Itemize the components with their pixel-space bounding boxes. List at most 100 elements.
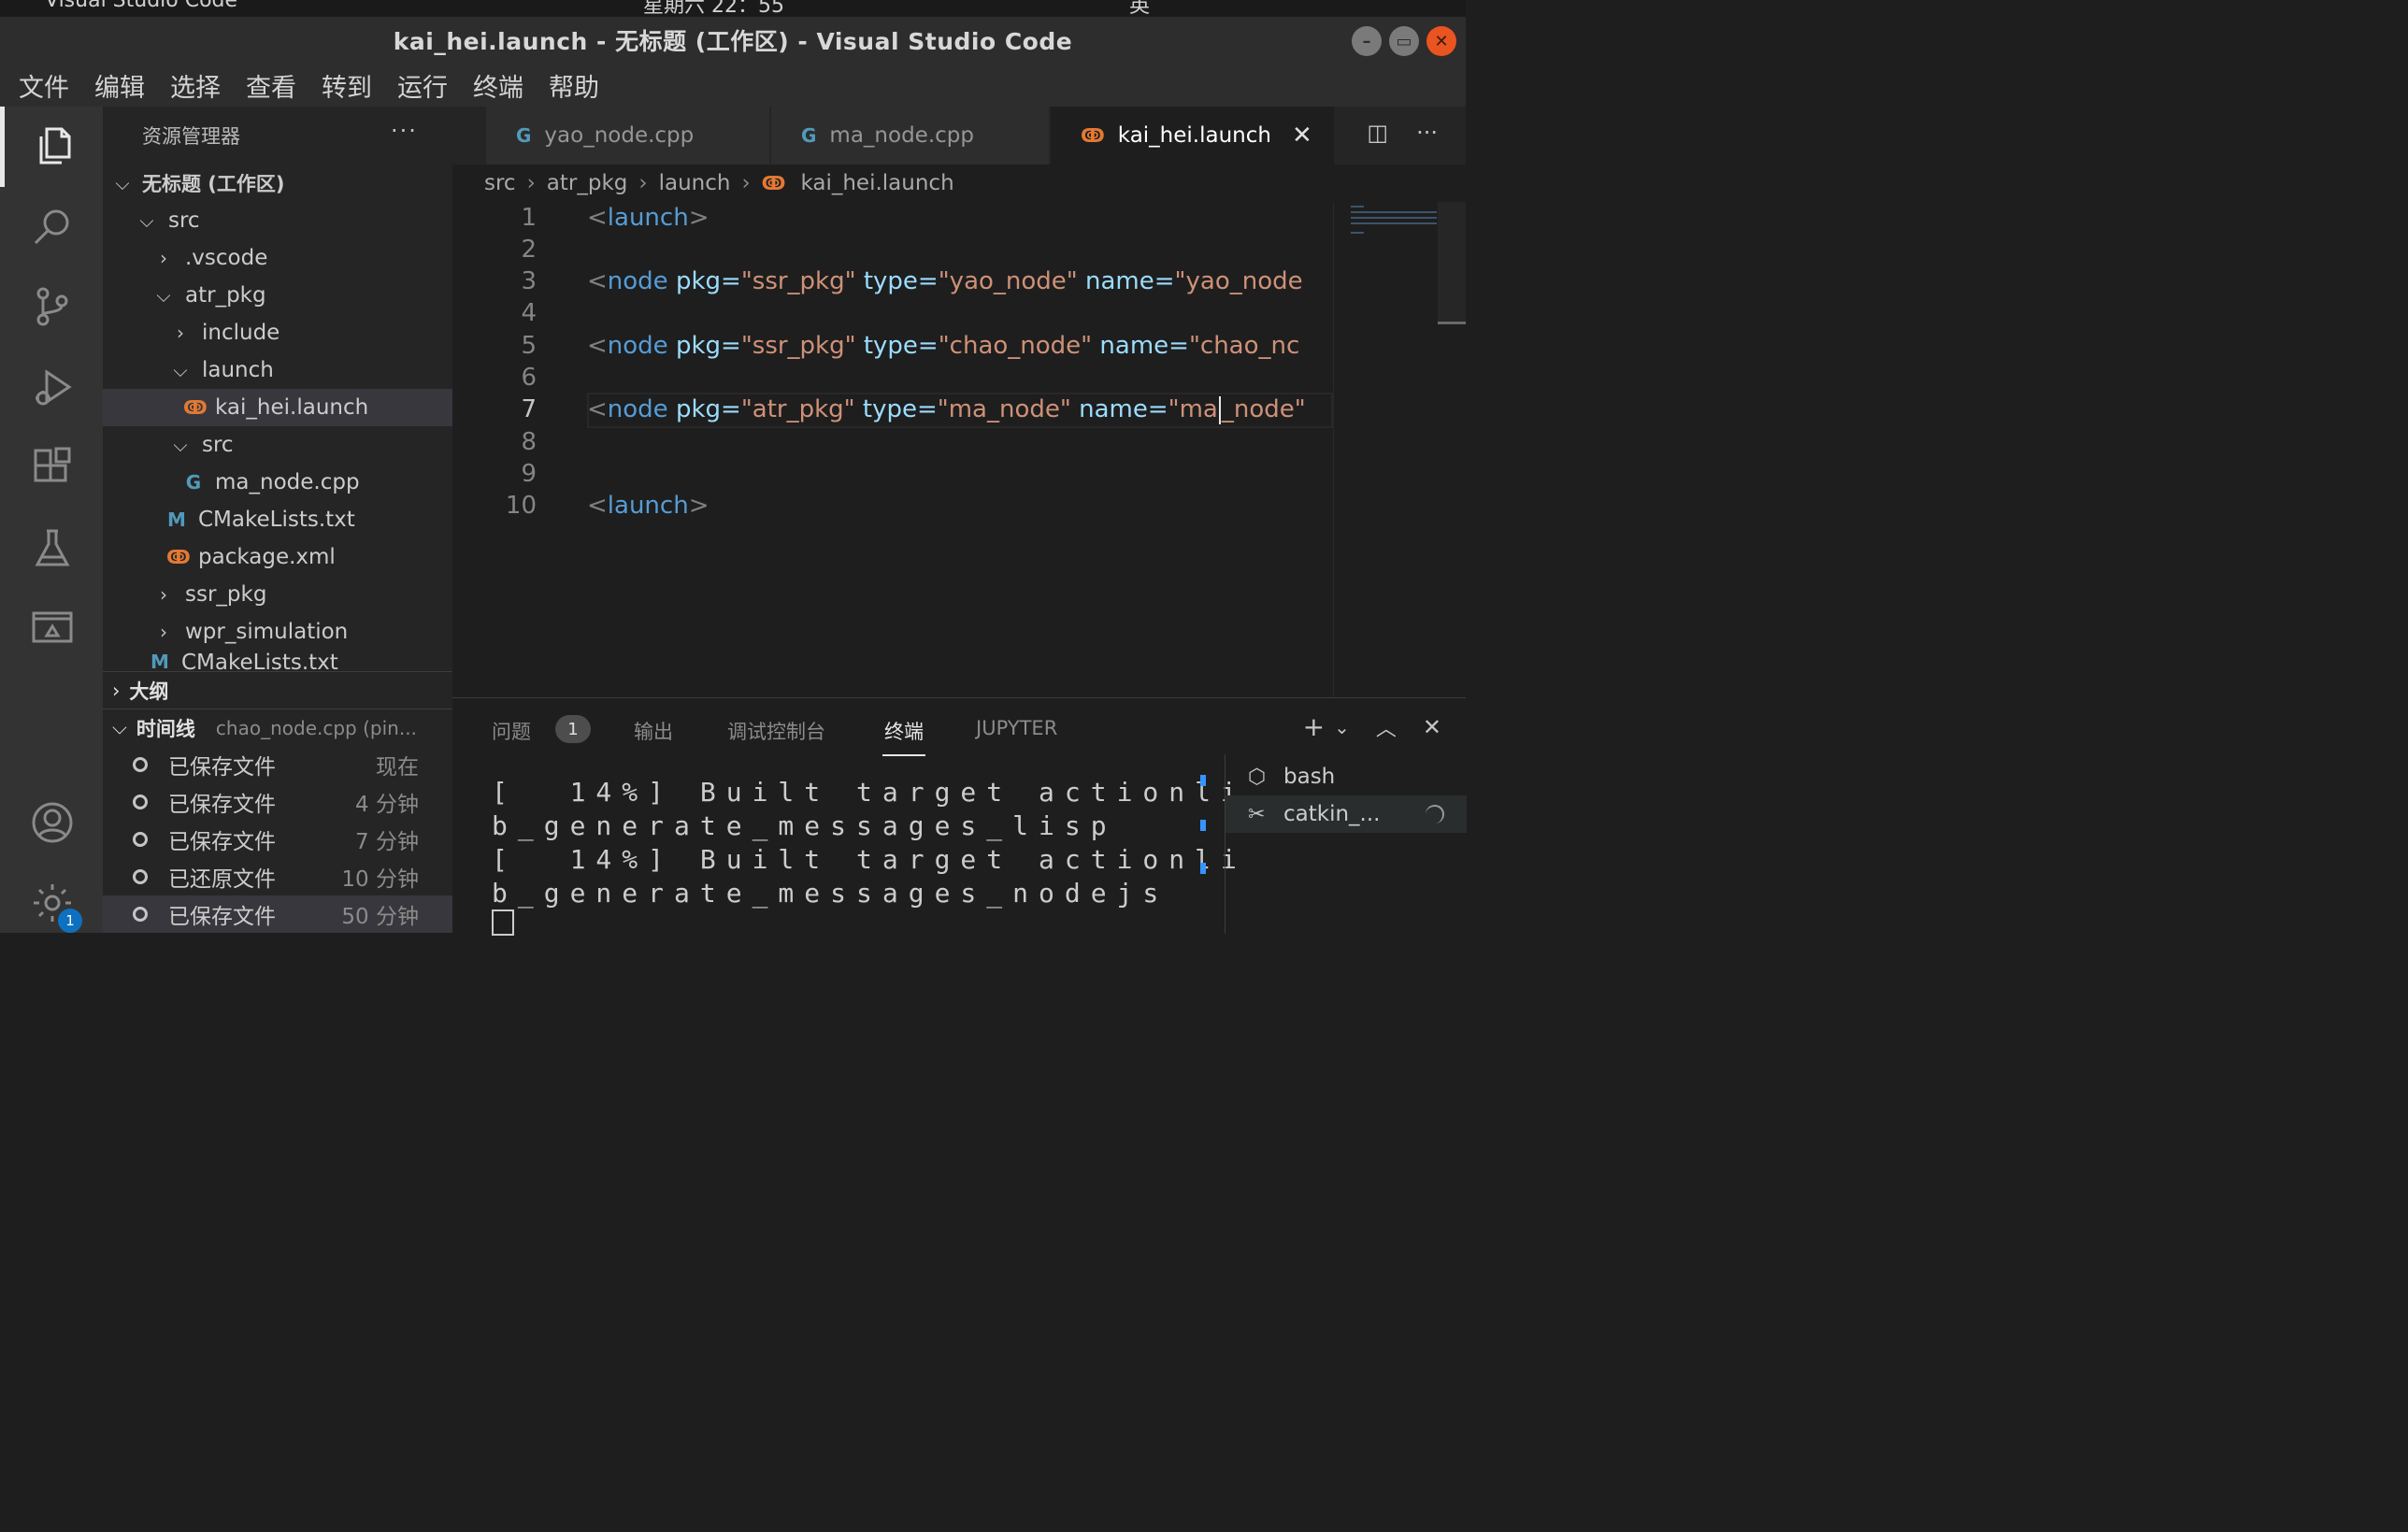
code-token: _node" (1221, 395, 1306, 423)
menu-selection[interactable]: 选择 (170, 67, 221, 104)
editor-more-actions-icon[interactable]: ··· (1416, 120, 1438, 146)
cpp-file-icon: G (516, 124, 532, 147)
maximize-button[interactable]: ▭ (1389, 26, 1419, 56)
terminal-cursor (492, 909, 514, 936)
tree-item-atr-pkg[interactable]: ⌵ atr_pkg (103, 277, 452, 314)
scrollbar-thumb[interactable] (1438, 322, 1466, 324)
tab-kai-hei-launch[interactable]: ↂ kai_hei.launch ✕ (1051, 107, 1335, 165)
source-control-icon[interactable] (22, 277, 82, 336)
terminal-item-catkin[interactable]: ✂ catkin_... (1226, 795, 1467, 833)
tree-item-kai-hei-launch[interactable]: ↂ kai_hei.launch (103, 389, 452, 426)
timeline-item[interactable]: 已还原文件 10 分钟 (103, 858, 452, 895)
new-terminal-icon[interactable]: + (1303, 711, 1325, 742)
tree-item-package-xml[interactable]: ↂ package.xml (103, 538, 452, 576)
panel-tab-output[interactable]: 输出 (634, 717, 673, 745)
tree-item-src-inner[interactable]: ⌵ src (103, 426, 452, 464)
timeline-item[interactable]: 已保存文件 现在 (103, 746, 452, 783)
system-app-name: Visual Studio Code (45, 0, 238, 12)
system-clock: 星期六 22：55 (643, 0, 784, 17)
tree-item-wpr-simulation[interactable]: › wpr_simulation (103, 613, 452, 651)
xml-file-icon: ↂ (166, 546, 191, 568)
tree-item-src[interactable]: ⌵ src (103, 202, 452, 239)
chevron-down-icon: ⌵ (115, 172, 130, 194)
menu-file[interactable]: 文件 (19, 67, 69, 104)
breadcrumb-item[interactable]: kai_hei.launch (800, 171, 953, 195)
editor-scrollbar[interactable] (1438, 202, 1466, 323)
panel-tab-debug-console[interactable]: 调试控制台 (727, 717, 825, 745)
workspace-root[interactable]: ⌵ 无标题 (工作区) (103, 165, 452, 202)
tree-item-ssr-pkg[interactable]: › ssr_pkg (103, 576, 452, 613)
testing-icon[interactable] (22, 518, 82, 578)
menu-help[interactable]: 帮助 (549, 67, 599, 104)
bottom-panel: 问题 1 输出 调试控制台 终端 JUPYTER + ⌄ ︿ ✕ [ 14%] … (452, 697, 1467, 936)
terminal-output-line: b_generate_messages_lisp (492, 810, 1117, 841)
timeline-dot-icon (133, 832, 148, 847)
breadcrumb-item[interactable]: launch (659, 171, 731, 195)
timeline-item[interactable]: 已保存文件 50 分钟 (103, 895, 452, 933)
timeline-item[interactable]: 已保存文件 7 分钟 (103, 821, 452, 858)
code-line-10: <launch> (587, 492, 710, 520)
input-method-indicator[interactable]: 英 (1129, 0, 1150, 17)
line-number: 10 (505, 492, 537, 520)
launch-file-icon: ↂ (761, 172, 786, 194)
remote-explorer-icon[interactable] (22, 598, 82, 658)
menu-view[interactable]: 查看 (246, 67, 296, 104)
panel-tab-problems[interactable]: 问题 (492, 717, 531, 745)
menu-run[interactable]: 运行 (397, 67, 448, 104)
chevron-down-icon[interactable]: ⌄ (1334, 716, 1350, 738)
timeline-section[interactable]: ⌵ 时间线 chao_node.cpp (pin... (103, 709, 452, 746)
terminal-name: bash (1283, 765, 1336, 789)
explorer-sidebar: 资源管理器 ··· ⌵ 无标题 (工作区) ⌵ src › .vscode ⌵ … (103, 107, 452, 933)
run-debug-icon[interactable] (22, 357, 82, 417)
code-line-1: <launch> (587, 204, 710, 232)
timeline-item-label: 已保存文件 (168, 830, 276, 854)
menu-terminal[interactable]: 终端 (473, 67, 523, 104)
menu-edit[interactable]: 编辑 (94, 67, 145, 104)
timeline-item[interactable]: 已保存文件 4 分钟 (103, 783, 452, 821)
timeline-dot-icon (133, 795, 148, 809)
tree-item-launch[interactable]: ⌵ launch (103, 351, 452, 389)
tree-item-label: src (168, 208, 200, 233)
code-token: "ma_node" (937, 395, 1071, 423)
terminal-item-bash[interactable]: ⬡ bash (1226, 758, 1467, 795)
menu-go[interactable]: 转到 (322, 67, 372, 104)
outline-section[interactable]: › 大纲 (103, 671, 452, 709)
search-icon[interactable] (22, 196, 82, 256)
chevron-down-icon: ⌵ (173, 359, 188, 381)
extensions-icon[interactable] (22, 437, 82, 497)
split-editor-icon[interactable]: ◫ (1367, 120, 1388, 146)
chevron-down-icon: ⌵ (139, 209, 154, 232)
tree-item-cmakelists-root[interactable]: M CMakeLists.txt (103, 651, 452, 671)
tree-item-label: CMakeLists.txt (198, 508, 355, 532)
code-token: pkg= (675, 395, 741, 423)
explorer-icon[interactable] (22, 116, 82, 176)
timeline-item-label: 已保存文件 (168, 755, 276, 780)
code-token: node (607, 332, 668, 360)
minimap-line (1351, 211, 1437, 213)
close-tab-icon[interactable]: ✕ (1292, 122, 1312, 150)
sidebar-more-actions[interactable]: ··· (391, 118, 418, 144)
breadcrumb-item[interactable]: src (484, 171, 516, 195)
tree-item-include[interactable]: › include (103, 314, 452, 351)
timeline-item-label: 已保存文件 (168, 905, 276, 929)
line-number: 5 (521, 332, 537, 360)
tree-item-ma-node-cpp[interactable]: G ma_node.cpp (103, 464, 452, 501)
account-icon[interactable] (22, 793, 82, 852)
tree-item-vscode[interactable]: › .vscode (103, 239, 452, 277)
chevron-down-icon: ⌵ (156, 284, 171, 307)
code-line-3: <node pkg="ssr_pkg" type="yao_node" name… (587, 267, 1303, 295)
launch-file-icon: ↂ (1081, 124, 1105, 147)
close-window-button[interactable]: ✕ (1426, 26, 1456, 56)
tab-yao-node-cpp[interactable]: G yao_node.cpp (486, 107, 770, 165)
tree-item-cmakelists[interactable]: M CMakeLists.txt (103, 501, 452, 538)
panel-tab-terminal[interactable]: 终端 (882, 717, 925, 756)
minimize-button[interactable]: – (1352, 26, 1382, 56)
minimap[interactable] (1333, 202, 1466, 697)
maximize-panel-icon[interactable]: ︿ (1376, 712, 1397, 742)
panel-tab-jupyter[interactable]: JUPYTER (976, 717, 1057, 739)
code-editor[interactable]: 1 2 3 4 5 6 7 8 9 10 <launch> <node pkg=… (452, 202, 1333, 697)
close-panel-icon[interactable]: ✕ (1423, 714, 1441, 740)
breadcrumb-item[interactable]: atr_pkg (547, 171, 628, 195)
tab-ma-node-cpp[interactable]: G ma_node.cpp (771, 107, 1050, 165)
tree-item-label: .vscode (185, 246, 268, 270)
